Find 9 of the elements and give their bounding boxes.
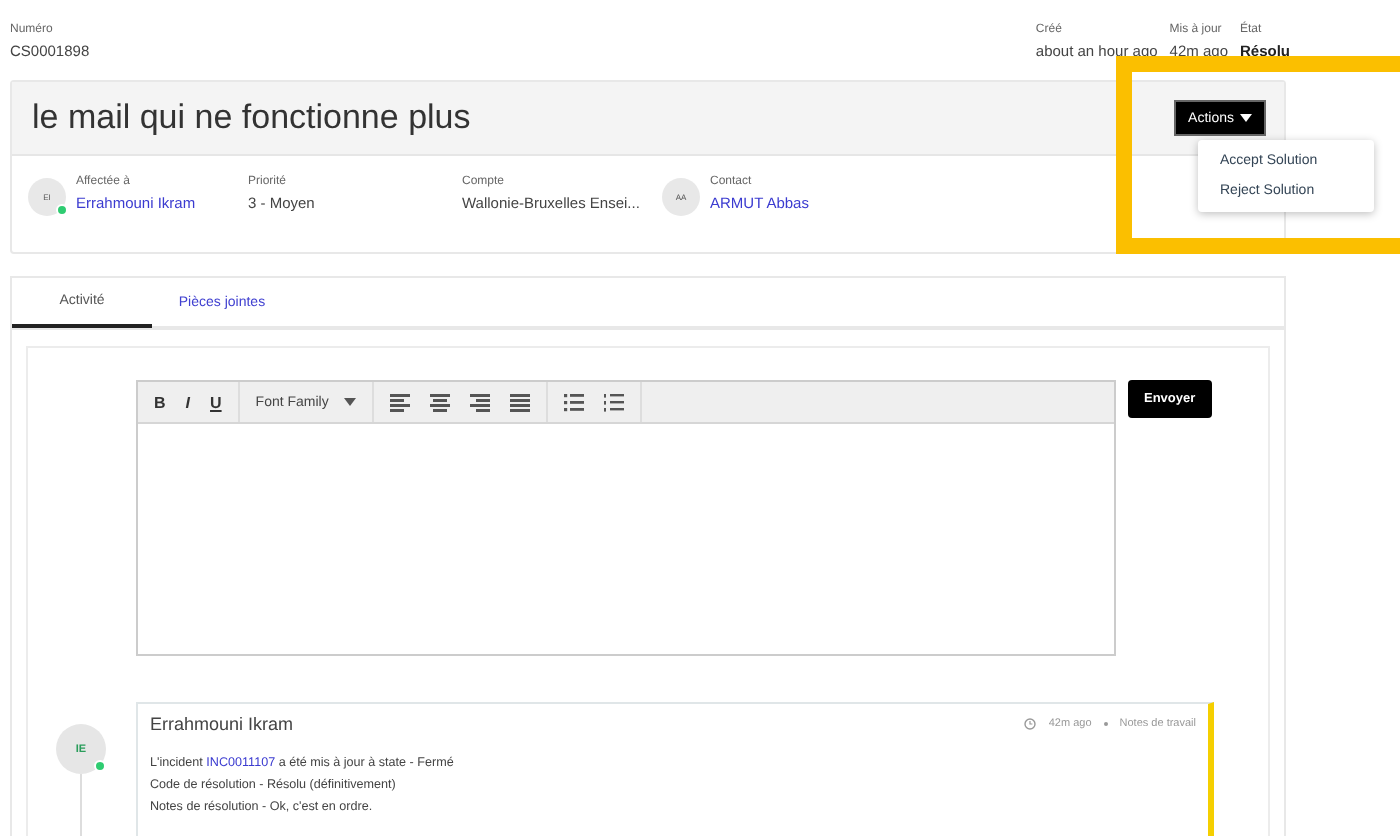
case-title: le mail qui ne fonctionne plus [32,98,471,138]
underline-button[interactable]: U [200,388,232,416]
separator-icon [1103,722,1108,726]
caret-icon [1240,114,1252,122]
author-name: Errahmouni Ikram [150,714,294,734]
bold-button[interactable]: B [144,388,176,416]
caret-icon [344,398,357,406]
clock-icon [1024,718,1037,730]
italic-button[interactable]: I [175,388,201,416]
